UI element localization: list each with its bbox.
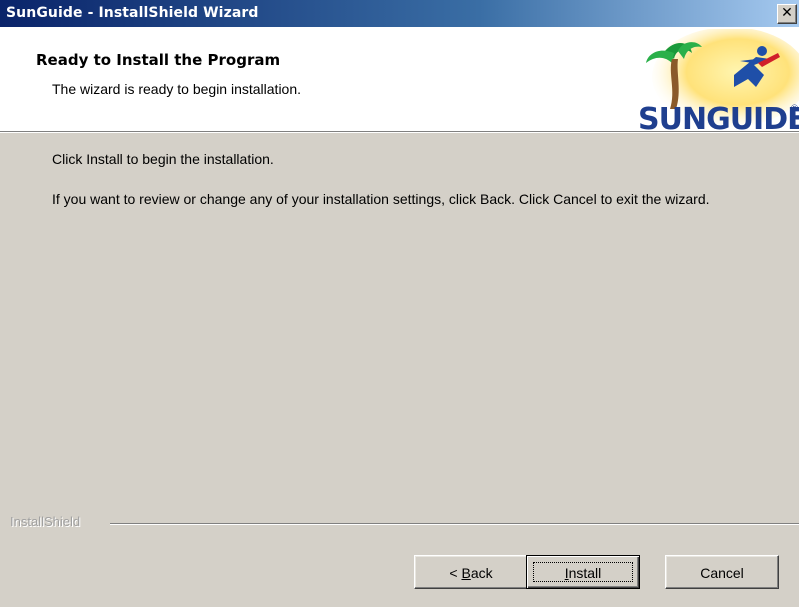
logo-registered-mark: ®	[790, 104, 799, 114]
header-divider	[0, 131, 799, 133]
page-subtitle: The wizard is ready to begin installatio…	[52, 81, 302, 97]
sunguide-logo: SUNGUIDE ®	[638, 29, 799, 131]
back-button[interactable]: < Back	[414, 555, 528, 589]
page-title: Ready to Install the Program	[36, 51, 281, 69]
cancel-button[interactable]: Cancel	[665, 555, 779, 589]
installshield-brand-row: InstallShield	[0, 514, 799, 532]
logo-text: SUNGUIDE	[638, 102, 799, 131]
close-button[interactable]: ✕	[777, 4, 797, 24]
instruction-text: Click Install to begin the installation.	[52, 151, 274, 167]
back-button-mnemonic: B	[461, 565, 471, 581]
install-button[interactable]: Install	[526, 555, 640, 589]
close-icon: ✕	[781, 5, 793, 21]
cancel-button-label: Cancel	[700, 565, 744, 581]
back-button-prefix: <	[449, 565, 462, 581]
install-button-label: nstall	[568, 565, 602, 581]
wizard-header: Ready to Install the Program The wizard …	[0, 27, 799, 131]
review-text: If you want to review or change any of y…	[52, 191, 710, 207]
footer-divider	[110, 523, 799, 525]
window-title: SunGuide - InstallShield Wizard	[6, 5, 259, 21]
back-button-label: ack	[470, 565, 493, 581]
installshield-label: InstallShield	[10, 514, 85, 529]
install-focus-rect: Install	[533, 562, 633, 582]
title-bar: SunGuide - InstallShield Wizard ✕	[0, 0, 799, 27]
